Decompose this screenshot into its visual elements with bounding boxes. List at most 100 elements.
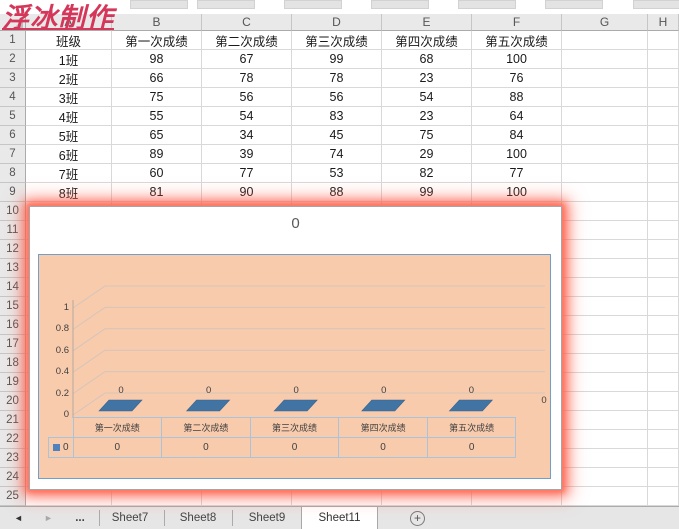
row-header-9[interactable]: 9: [0, 183, 26, 202]
chart-title[interactable]: 0: [30, 215, 561, 232]
cell-D6[interactable]: 45: [292, 126, 382, 145]
row-header-2[interactable]: 2: [0, 50, 26, 69]
tab-sheet11-active[interactable]: Sheet11: [301, 507, 378, 529]
cell-G12[interactable]: [562, 240, 648, 259]
chart-data-table[interactable]: 第一次成绩 第二次成绩 第三次成绩 第四次成绩 第五次成绩 0 00000: [48, 417, 517, 458]
tab-sheet8[interactable]: Sheet8: [165, 507, 231, 529]
row-header-4[interactable]: 4: [0, 88, 26, 107]
cell-G7[interactable]: [562, 145, 648, 164]
cell-D7[interactable]: 74: [292, 145, 382, 164]
cell-G1[interactable]: [562, 31, 648, 50]
cell-H5[interactable]: [648, 107, 679, 126]
cell-G9[interactable]: [562, 183, 648, 202]
chart-plot-area[interactable]: 1 0.8 0.6 0.4 0.2 0 00000 0 第一次成绩 第二次成绩 第三次成绩 第四…: [38, 254, 551, 479]
cell-H13[interactable]: [648, 259, 679, 278]
cell-G25[interactable]: [562, 487, 648, 506]
cell-C8[interactable]: 77: [202, 164, 292, 183]
column-header-H[interactable]: H: [648, 14, 679, 31]
cell-H14[interactable]: [648, 278, 679, 297]
cell-G17[interactable]: [562, 335, 648, 354]
add-sheet-button[interactable]: +: [410, 511, 425, 526]
cell-A2[interactable]: 1班: [26, 50, 112, 69]
row-header-14[interactable]: 14: [0, 278, 26, 297]
cell-A6[interactable]: 5班: [26, 126, 112, 145]
row-header-25[interactable]: 25: [0, 487, 26, 506]
cell-H24[interactable]: [648, 468, 679, 487]
cell-D9[interactable]: 88: [292, 183, 382, 202]
cell-C2[interactable]: 67: [202, 50, 292, 69]
cell-E2[interactable]: 68: [382, 50, 472, 69]
row-header-7[interactable]: 7: [0, 145, 26, 164]
cell-F2[interactable]: 100: [472, 50, 562, 69]
cell-G13[interactable]: [562, 259, 648, 278]
cell-D3[interactable]: 78: [292, 69, 382, 88]
cell-G6[interactable]: [562, 126, 648, 145]
cell-H3[interactable]: [648, 69, 679, 88]
cell-F8[interactable]: 77: [472, 164, 562, 183]
cell-H19[interactable]: [648, 373, 679, 392]
tab-scroll-back-icon[interactable]: ◄: [14, 507, 23, 529]
tab-ellipsis[interactable]: ...: [66, 507, 94, 529]
cell-H2[interactable]: [648, 50, 679, 69]
cell-B6[interactable]: 65: [112, 126, 202, 145]
cell-G22[interactable]: [562, 430, 648, 449]
row-header-11[interactable]: 11: [0, 221, 26, 240]
cell-G20[interactable]: [562, 392, 648, 411]
cell-F4[interactable]: 88: [472, 88, 562, 107]
cell-G16[interactable]: [562, 316, 648, 335]
cell-E3[interactable]: 23: [382, 69, 472, 88]
cell-B3[interactable]: 66: [112, 69, 202, 88]
cell-H18[interactable]: [648, 354, 679, 373]
row-header-12[interactable]: 12: [0, 240, 26, 259]
cell-D2[interactable]: 99: [292, 50, 382, 69]
cell-E6[interactable]: 75: [382, 126, 472, 145]
cell-D1[interactable]: 第三次成绩: [292, 31, 382, 50]
cell-G21[interactable]: [562, 411, 648, 430]
cell-D4[interactable]: 56: [292, 88, 382, 107]
cell-H12[interactable]: [648, 240, 679, 259]
cell-B5[interactable]: 55: [112, 107, 202, 126]
cell-H8[interactable]: [648, 164, 679, 183]
cell-G19[interactable]: [562, 373, 648, 392]
row-header-6[interactable]: 6: [0, 126, 26, 145]
cell-G3[interactable]: [562, 69, 648, 88]
column-header-B[interactable]: B: [112, 14, 202, 31]
cell-H7[interactable]: [648, 145, 679, 164]
cell-H17[interactable]: [648, 335, 679, 354]
row-header-22[interactable]: 22: [0, 430, 26, 449]
row-header-23[interactable]: 23: [0, 449, 26, 468]
column-header-C[interactable]: C: [202, 14, 292, 31]
cell-B1[interactable]: 第一次成绩: [112, 31, 202, 50]
cell-G4[interactable]: [562, 88, 648, 107]
cell-G18[interactable]: [562, 354, 648, 373]
cell-H1[interactable]: [648, 31, 679, 50]
cell-H11[interactable]: [648, 221, 679, 240]
cell-H15[interactable]: [648, 297, 679, 316]
row-header-3[interactable]: 3: [0, 69, 26, 88]
row-header-17[interactable]: 17: [0, 335, 26, 354]
cell-E7[interactable]: 29: [382, 145, 472, 164]
cell-A3[interactable]: 2班: [26, 69, 112, 88]
cell-A8[interactable]: 7班: [26, 164, 112, 183]
cell-G8[interactable]: [562, 164, 648, 183]
cell-A4[interactable]: 3班: [26, 88, 112, 107]
cell-H25[interactable]: [648, 487, 679, 506]
cell-G14[interactable]: [562, 278, 648, 297]
cell-C6[interactable]: 34: [202, 126, 292, 145]
cell-E1[interactable]: 第四次成绩: [382, 31, 472, 50]
cell-H21[interactable]: [648, 411, 679, 430]
cell-H4[interactable]: [648, 88, 679, 107]
cell-C4[interactable]: 56: [202, 88, 292, 107]
chart-object[interactable]: 0 1 0.8 0.6 0.4 0.2 0 00000 0 第一次成绩 第二次成绩 第三次成绩…: [29, 206, 562, 490]
cell-B2[interactable]: 98: [112, 50, 202, 69]
cell-B8[interactable]: 60: [112, 164, 202, 183]
cell-H9[interactable]: [648, 183, 679, 202]
cell-C3[interactable]: 78: [202, 69, 292, 88]
column-header-G[interactable]: G: [562, 14, 648, 31]
tab-sheet7[interactable]: Sheet7: [97, 507, 163, 529]
row-header-19[interactable]: 19: [0, 373, 26, 392]
row-header-21[interactable]: 21: [0, 411, 26, 430]
row-header-18[interactable]: 18: [0, 354, 26, 373]
cell-G11[interactable]: [562, 221, 648, 240]
cell-F5[interactable]: 64: [472, 107, 562, 126]
